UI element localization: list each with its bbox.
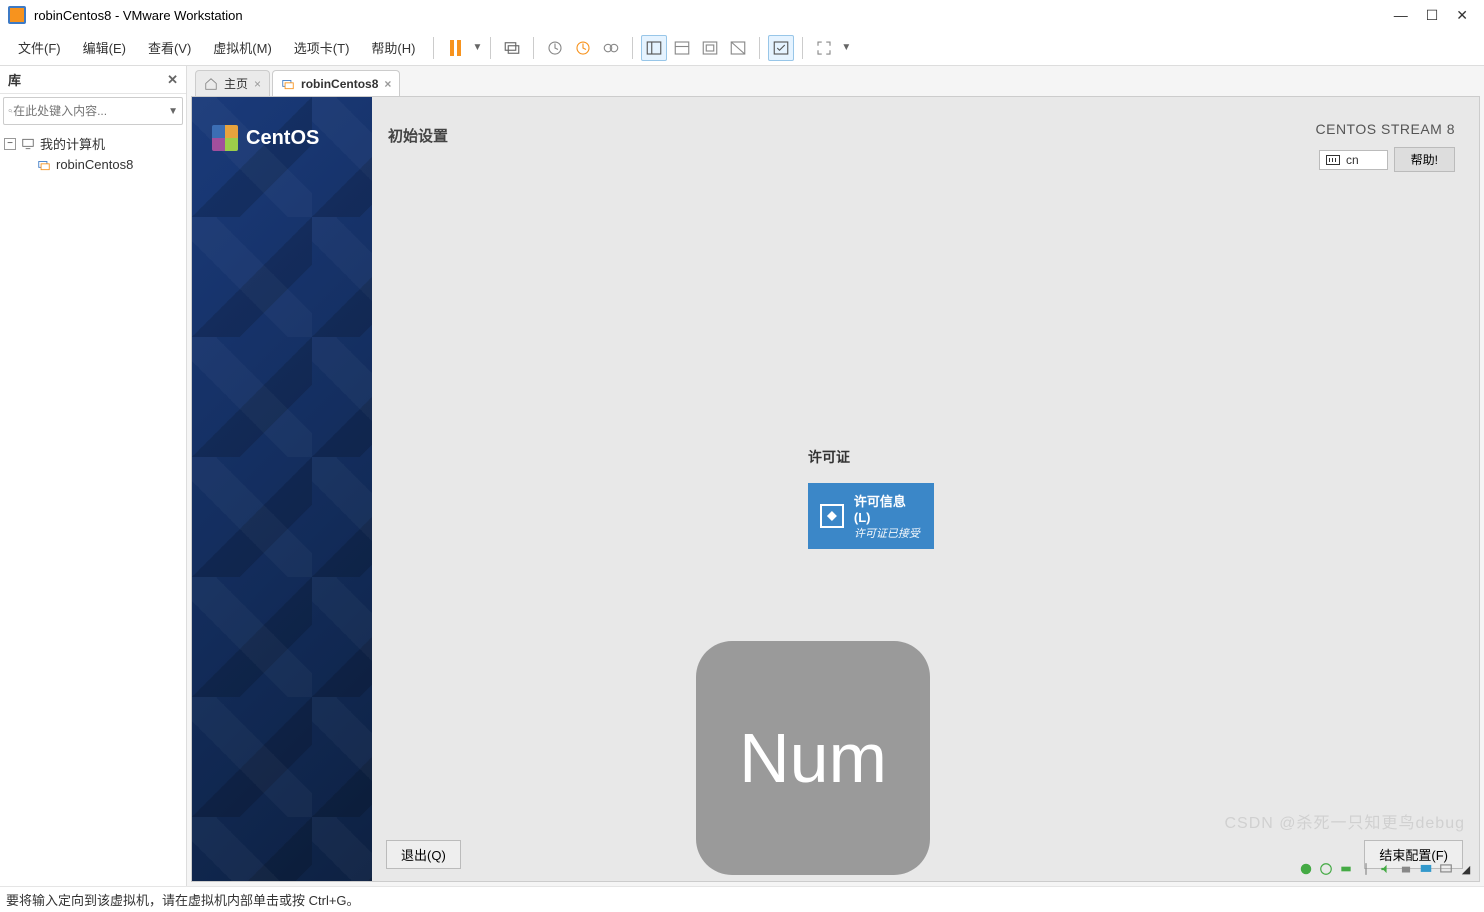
menubar: 文件(F) 编辑(E) 查看(V) 虚拟机(M) 选项卡(T) 帮助(H) ▼ … xyxy=(0,30,1484,66)
home-icon xyxy=(204,77,218,91)
tree-collapse-icon[interactable]: − xyxy=(4,138,16,150)
unity-button[interactable] xyxy=(768,35,794,61)
snapshot-revert-button[interactable] xyxy=(570,35,596,61)
language-row: cn 帮助! xyxy=(1319,147,1455,172)
status-message-icon[interactable] xyxy=(1437,861,1455,877)
fullscreen-dropdown[interactable]: ▼ xyxy=(841,42,851,53)
vm-status-icons: ◢ xyxy=(1297,861,1475,877)
license-icon xyxy=(820,504,844,528)
centos-main-panel: 初始设置 CENTOS STREAM 8 cn 帮助! 许可证 许可信息(L) xyxy=(372,97,1479,881)
send-ctrl-alt-del-button[interactable] xyxy=(499,35,525,61)
snapshot-manager-button[interactable] xyxy=(598,35,624,61)
menu-view[interactable]: 查看(V) xyxy=(138,34,201,61)
tree-root-label: 我的计算机 xyxy=(40,134,105,153)
separator xyxy=(632,37,633,59)
separator xyxy=(490,37,491,59)
tab-home-label: 主页 xyxy=(224,75,248,92)
status-cd-icon[interactable] xyxy=(1317,861,1335,877)
library-header: 库 ✕ xyxy=(0,66,186,94)
status-resize-icon[interactable]: ◢ xyxy=(1457,861,1475,877)
main-area: 库 ✕ ▼ − 我的计算机 robinCentos8 主页 × xyxy=(0,66,1484,886)
library-close-button[interactable]: ✕ xyxy=(167,72,178,88)
menu-help[interactable]: 帮助(H) xyxy=(361,34,425,61)
tab-bar: 主页 × robinCentos8 × xyxy=(187,66,1484,96)
exit-button[interactable]: 退出(Q) xyxy=(386,840,461,869)
license-info-card[interactable]: 许可信息(L) 许可证已接受 xyxy=(808,483,934,549)
initial-setup-title: 初始设置 xyxy=(388,125,448,146)
view-exclusive-button[interactable] xyxy=(725,35,751,61)
library-search[interactable]: ▼ xyxy=(3,97,183,125)
tree-root-my-computer[interactable]: − 我的计算机 xyxy=(4,132,182,155)
status-net-icon[interactable] xyxy=(1337,861,1355,877)
statusbar: 要将输入定向到该虚拟机，请在虚拟机内部单击或按 Ctrl+G。 xyxy=(0,886,1484,912)
snapshot-take-button[interactable] xyxy=(542,35,568,61)
search-dropdown[interactable]: ▼ xyxy=(168,106,178,117)
library-tree: − 我的计算机 robinCentos8 xyxy=(0,128,186,178)
watermark-text: CSDN @杀死一只知更鸟debug xyxy=(1224,809,1465,833)
library-sidebar: 库 ✕ ▼ − 我的计算机 robinCentos8 xyxy=(0,66,187,886)
tab-vm-label: robinCentos8 xyxy=(301,77,378,91)
keyboard-layout-selector[interactable]: cn xyxy=(1319,150,1388,170)
help-button[interactable]: 帮助! xyxy=(1394,147,1455,172)
centos-brand-text: CentOS xyxy=(246,127,319,150)
separator xyxy=(759,37,760,59)
keyboard-icon xyxy=(1326,155,1340,165)
vm-icon xyxy=(281,77,295,91)
centos-stream-title: CENTOS STREAM 8 xyxy=(1316,121,1456,137)
keyboard-layout-label: cn xyxy=(1346,153,1359,167)
minimize-button[interactable]: — xyxy=(1394,7,1408,24)
pause-button[interactable] xyxy=(442,35,468,61)
window-title: robinCentos8 - VMware Workstation xyxy=(34,8,1394,23)
vm-screen[interactable]: CentOS 初始设置 CENTOS STREAM 8 cn 帮助! 许可证 xyxy=(191,96,1480,882)
license-section: 许可证 许可信息(L) 许可证已接受 xyxy=(808,447,934,549)
status-usb-icon[interactable] xyxy=(1357,861,1375,877)
library-title: 库 xyxy=(8,70,21,89)
numlock-overlay: Num xyxy=(696,641,930,875)
separator xyxy=(802,37,803,59)
view-stretch-button[interactable] xyxy=(697,35,723,61)
status-printer-icon[interactable] xyxy=(1397,861,1415,877)
close-button[interactable]: ✕ xyxy=(1456,7,1468,24)
tab-home-close[interactable]: × xyxy=(254,77,261,91)
tab-vm-robincentos8[interactable]: robinCentos8 × xyxy=(272,70,400,96)
statusbar-text: 要将输入定向到该虚拟机，请在虚拟机内部单击或按 Ctrl+G。 xyxy=(6,890,360,909)
menu-edit[interactable]: 编辑(E) xyxy=(73,34,136,61)
content-area: 主页 × robinCentos8 × CentOS 初始设置 CENTOS S… xyxy=(187,66,1484,886)
centos-side-panel: CentOS xyxy=(192,97,372,881)
status-hdd-icon[interactable] xyxy=(1297,861,1315,877)
window-controls: — ☐ ✕ xyxy=(1394,7,1476,24)
tree-item-robincentos8[interactable]: robinCentos8 xyxy=(4,155,182,174)
separator xyxy=(433,37,434,59)
power-dropdown[interactable]: ▼ xyxy=(472,42,482,53)
titlebar: robinCentos8 - VMware Workstation — ☐ ✕ xyxy=(0,0,1484,30)
view-console-button[interactable] xyxy=(669,35,695,61)
centos-logo-icon xyxy=(212,125,238,151)
menu-file[interactable]: 文件(F) xyxy=(8,34,71,61)
tab-vm-close[interactable]: × xyxy=(384,77,391,91)
app-icon xyxy=(8,6,26,24)
fullscreen-button[interactable] xyxy=(811,35,837,61)
license-card-subtitle: 许可证已接受 xyxy=(854,525,922,541)
tree-item-label: robinCentos8 xyxy=(56,157,133,172)
license-card-title: 许可信息(L) xyxy=(854,491,922,525)
status-display-icon[interactable] xyxy=(1417,861,1435,877)
maximize-button[interactable]: ☐ xyxy=(1426,7,1439,24)
monitor-icon xyxy=(20,137,36,151)
menu-vm[interactable]: 虚拟机(M) xyxy=(203,34,282,61)
tab-home[interactable]: 主页 × xyxy=(195,70,270,96)
vm-icon xyxy=(36,158,52,172)
library-search-input[interactable] xyxy=(13,104,168,118)
license-section-label: 许可证 xyxy=(808,447,934,467)
view-sidebar-button[interactable] xyxy=(641,35,667,61)
centos-logo: CentOS xyxy=(212,125,319,151)
status-sound-icon[interactable] xyxy=(1377,861,1395,877)
menu-tabs[interactable]: 选项卡(T) xyxy=(284,34,360,61)
separator xyxy=(533,37,534,59)
